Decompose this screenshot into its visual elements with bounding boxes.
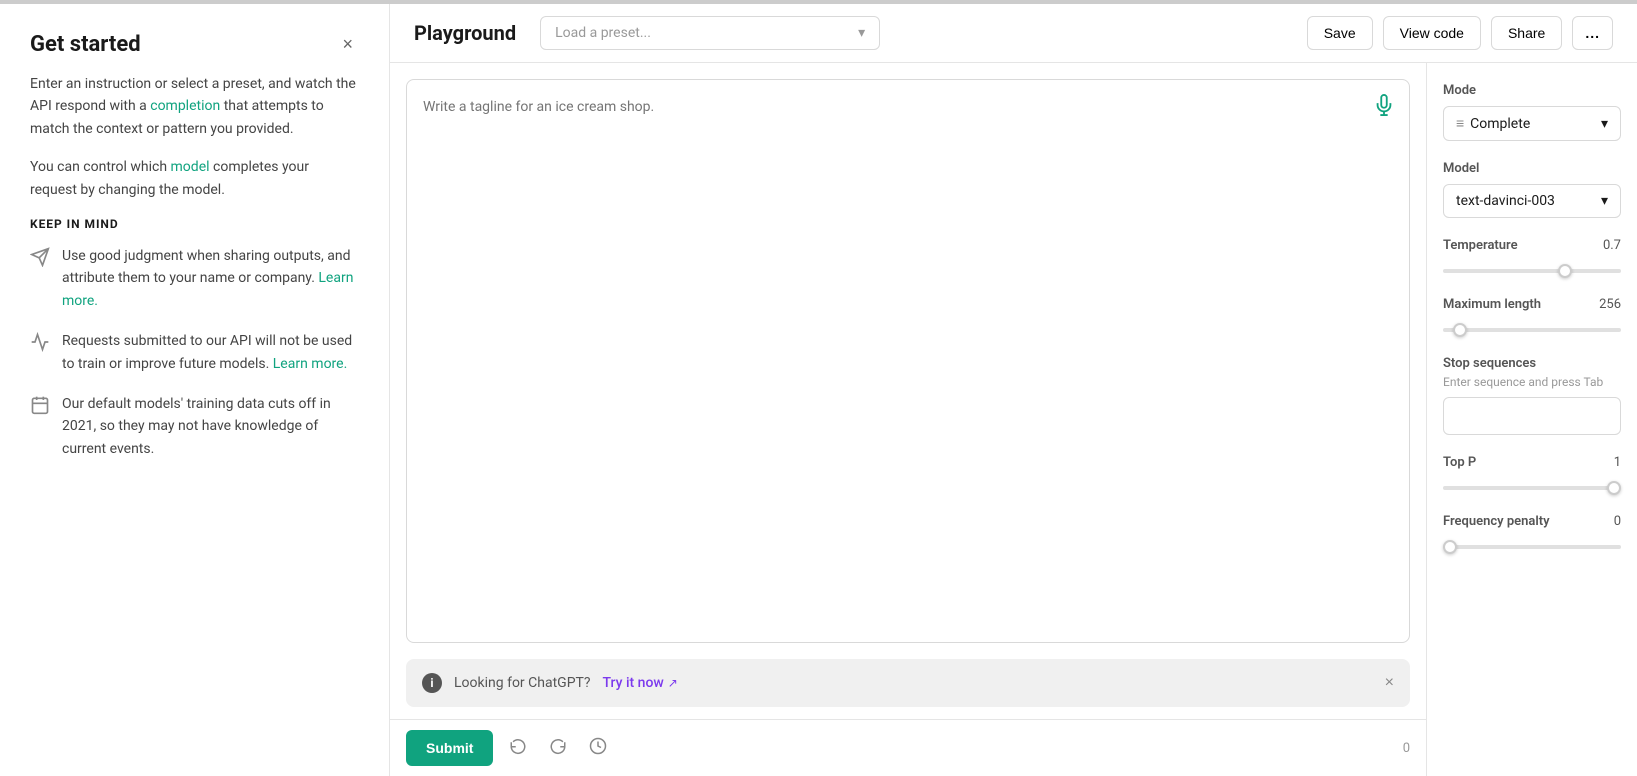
redo-button[interactable] bbox=[543, 731, 573, 766]
banner-close-button[interactable]: × bbox=[1385, 674, 1394, 692]
temperature-section: Temperature 0.7 bbox=[1443, 238, 1621, 277]
frequency-penalty-section: Frequency penalty 0 bbox=[1443, 514, 1621, 553]
model-dropdown[interactable]: text-davinci-003 ▾ bbox=[1443, 184, 1621, 218]
temperature-value: 0.7 bbox=[1603, 238, 1621, 253]
top-p-slider[interactable] bbox=[1443, 486, 1621, 490]
hint-text-1: Use good judgment when sharing outputs, … bbox=[62, 245, 359, 312]
max-length-value: 256 bbox=[1599, 297, 1621, 312]
frequency-penalty-value: 0 bbox=[1614, 514, 1621, 529]
hint-item-1: Use good judgment when sharing outputs, … bbox=[30, 245, 359, 312]
info-icon: i bbox=[422, 673, 442, 693]
mode-section: Mode ≡ Complete ▾ bbox=[1443, 83, 1621, 141]
stop-sequences-hint: Enter sequence and press Tab bbox=[1443, 375, 1621, 389]
workspace: i Looking for ChatGPT? Try it now ↗ × Su… bbox=[390, 63, 1637, 776]
activity-icon bbox=[30, 332, 50, 352]
sidebar-header: Get started × bbox=[30, 32, 359, 57]
model-label: Model bbox=[1443, 161, 1621, 176]
right-panel: Mode ≡ Complete ▾ Model text-davinci-003… bbox=[1427, 63, 1637, 776]
sidebar-description-2: You can control which model completes yo… bbox=[30, 156, 359, 201]
mode-value: Complete bbox=[1470, 116, 1530, 132]
model-section: Model text-davinci-003 ▾ bbox=[1443, 161, 1621, 218]
temperature-row: Temperature 0.7 bbox=[1443, 238, 1621, 253]
hint-link-2[interactable]: Learn more. bbox=[273, 356, 348, 372]
stop-sequences-section: Stop sequences Enter sequence and press … bbox=[1443, 356, 1621, 435]
sidebar-desc-3: You can control which bbox=[30, 159, 171, 175]
hint-item-3: Our default models' training data cuts o… bbox=[30, 393, 359, 460]
hint-text-2: Requests submitted to our API will not b… bbox=[62, 330, 359, 375]
top-p-label: Top P bbox=[1443, 455, 1476, 470]
model-value: text-davinci-003 bbox=[1456, 193, 1555, 209]
try-it-now-link[interactable]: Try it now ↗ bbox=[603, 675, 678, 691]
more-button[interactable]: ... bbox=[1572, 16, 1613, 50]
model-link[interactable]: model bbox=[171, 159, 210, 175]
undo-button[interactable] bbox=[503, 731, 533, 766]
close-button[interactable]: × bbox=[336, 32, 359, 57]
max-length-label: Maximum length bbox=[1443, 297, 1541, 312]
sidebar-description: Enter an instruction or select a preset,… bbox=[30, 73, 359, 140]
sidebar-title: Get started bbox=[30, 32, 141, 57]
sidebar: Get started × Enter an instruction or se… bbox=[0, 4, 390, 776]
max-length-slider[interactable] bbox=[1443, 328, 1621, 332]
editor-footer: Submit bbox=[390, 719, 1426, 776]
stop-sequences-input[interactable] bbox=[1443, 397, 1621, 435]
top-p-section: Top P 1 bbox=[1443, 455, 1621, 494]
playground-header: Playground Load a preset... ▾ Save View … bbox=[390, 4, 1637, 63]
view-code-button[interactable]: View code bbox=[1383, 16, 1481, 50]
mode-chevron-icon: ▾ bbox=[1601, 116, 1608, 132]
calendar-icon bbox=[30, 395, 50, 415]
preset-placeholder: Load a preset... bbox=[555, 25, 651, 41]
hint-item-2: Requests submitted to our API will not b… bbox=[30, 330, 359, 375]
chevron-down-icon: ▾ bbox=[858, 25, 865, 41]
text-input[interactable] bbox=[423, 96, 1393, 626]
hint-link-1[interactable]: Learn more. bbox=[62, 270, 353, 308]
temperature-slider[interactable] bbox=[1443, 269, 1621, 273]
model-chevron-icon: ▾ bbox=[1601, 193, 1608, 209]
top-p-value: 1 bbox=[1614, 455, 1621, 470]
submit-button[interactable]: Submit bbox=[406, 730, 493, 766]
hint-list: Use good judgment when sharing outputs, … bbox=[30, 245, 359, 460]
external-link-icon: ↗ bbox=[668, 676, 678, 690]
max-length-row: Maximum length 256 bbox=[1443, 297, 1621, 312]
chatgpt-banner: i Looking for ChatGPT? Try it now ↗ × bbox=[406, 659, 1410, 707]
microphone-icon[interactable] bbox=[1373, 94, 1395, 121]
main-content: Playground Load a preset... ▾ Save View … bbox=[390, 4, 1637, 776]
paper-plane-icon bbox=[30, 247, 50, 267]
playground-title: Playground bbox=[414, 21, 516, 45]
max-length-section: Maximum length 256 bbox=[1443, 297, 1621, 336]
share-button[interactable]: Share bbox=[1491, 16, 1562, 50]
header-actions: Save View code Share ... bbox=[1307, 16, 1613, 50]
history-button[interactable] bbox=[583, 731, 613, 766]
save-button[interactable]: Save bbox=[1307, 16, 1373, 50]
temperature-label: Temperature bbox=[1443, 238, 1518, 253]
mode-icon: ≡ bbox=[1456, 115, 1464, 132]
top-p-row: Top P 1 bbox=[1443, 455, 1621, 470]
completion-link[interactable]: completion bbox=[150, 98, 220, 114]
hint-text-3: Our default models' training data cuts o… bbox=[62, 393, 359, 460]
try-it-now-label: Try it now bbox=[603, 675, 664, 691]
mode-dropdown[interactable]: ≡ Complete ▾ bbox=[1443, 106, 1621, 141]
banner-text: Looking for ChatGPT? bbox=[454, 675, 591, 691]
frequency-penalty-label: Frequency penalty bbox=[1443, 514, 1550, 529]
text-editor-container bbox=[406, 79, 1410, 643]
preset-dropdown[interactable]: Load a preset... ▾ bbox=[540, 16, 880, 50]
frequency-penalty-slider[interactable] bbox=[1443, 545, 1621, 549]
mode-label: Mode bbox=[1443, 83, 1621, 98]
char-count: 0 bbox=[1403, 741, 1410, 756]
stop-sequences-label: Stop sequences bbox=[1443, 356, 1621, 371]
keep-in-mind-label: KEEP IN MIND bbox=[30, 217, 359, 231]
editor-area: i Looking for ChatGPT? Try it now ↗ × Su… bbox=[390, 63, 1427, 776]
frequency-penalty-row: Frequency penalty 0 bbox=[1443, 514, 1621, 529]
